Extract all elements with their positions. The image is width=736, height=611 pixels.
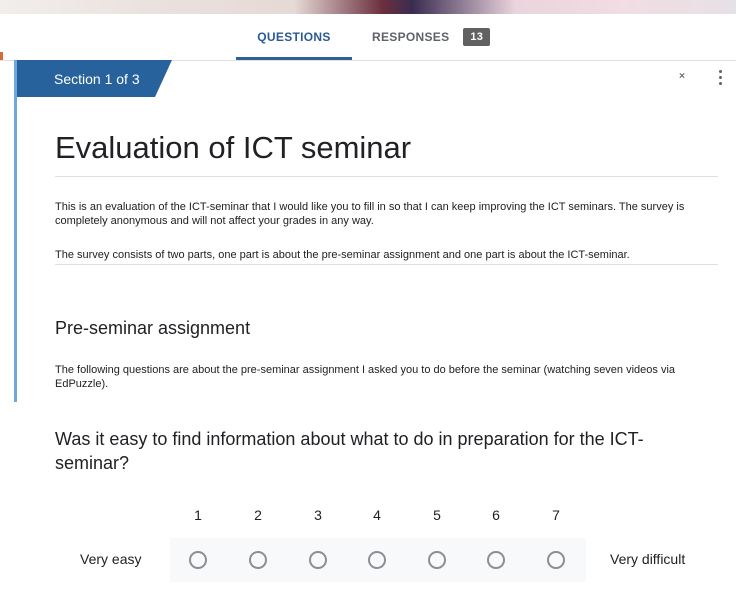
section-description[interactable]: The following questions are about the pr…	[55, 363, 715, 391]
form-description-paragraph-2[interactable]: The survey consists of two parts, one pa…	[55, 248, 715, 262]
scale-min-label: Very easy	[80, 551, 142, 567]
form-description-paragraph-1[interactable]: This is an evaluation of the ICT-seminar…	[55, 200, 715, 228]
tab-responses[interactable]: RESPONSES 13	[372, 14, 491, 59]
description-divider	[55, 264, 718, 265]
title-divider	[55, 176, 718, 177]
scale-number-1: 1	[194, 507, 202, 523]
scale-number-7: 7	[552, 507, 560, 523]
question-title[interactable]: Was it easy to find information about wh…	[55, 427, 715, 475]
scale-max-label: Very difficult	[610, 551, 686, 567]
scale-radio-6[interactable]	[487, 551, 505, 569]
more-vert-icon[interactable]	[712, 70, 728, 92]
tab-responses-label: RESPONSES	[372, 29, 450, 44]
form-title[interactable]: Evaluation of ICT seminar	[55, 130, 411, 166]
focused-section-indicator	[14, 60, 17, 402]
scale-number-5: 5	[433, 507, 441, 523]
scale-radio-5[interactable]	[428, 551, 446, 569]
section-indicator-label: Section 1 of 3	[54, 70, 140, 87]
form-tab-bar: QUESTIONS RESPONSES 13	[0, 14, 736, 61]
scale-radio-4[interactable]	[368, 551, 386, 569]
scale-number-3: 3	[314, 507, 322, 523]
section-title[interactable]: Pre-seminar assignment	[55, 318, 250, 339]
scale-number-2: 2	[254, 507, 262, 523]
scale-number-6: 6	[492, 507, 500, 523]
tab-questions[interactable]: QUESTIONS	[236, 14, 352, 60]
scale-radio-1[interactable]	[189, 551, 207, 569]
left-accent-red	[0, 52, 3, 60]
collapse-section-icon[interactable]: ⌄ ⌃	[672, 66, 692, 90]
scale-number-4: 4	[373, 507, 381, 523]
scale-radio-3[interactable]	[309, 551, 327, 569]
header-banner-image	[0, 0, 736, 14]
section-indicator: Section 1 of 3	[17, 60, 172, 97]
scale-radio-7[interactable]	[547, 551, 565, 569]
scale-radio-2[interactable]	[249, 551, 267, 569]
tab-questions-label: QUESTIONS	[257, 29, 331, 44]
responses-count-badge: 13	[463, 27, 491, 46]
